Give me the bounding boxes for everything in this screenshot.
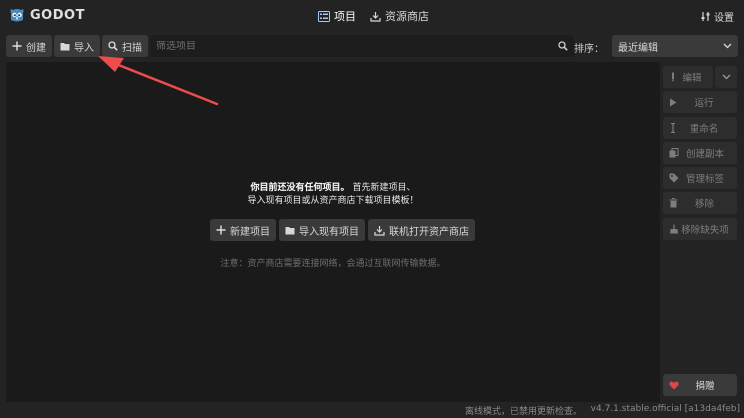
tab-projects-label: 项目: [334, 10, 356, 23]
edit-label: 编辑: [682, 73, 702, 84]
search-icon: [558, 41, 568, 51]
remove-missing-label: 移除缺失项: [681, 225, 729, 236]
project-list-panel: 你目前还没有任何项目。 首先新建项目、 导入现有项目或从资产商店下载项目模板！ …: [6, 62, 660, 402]
download-icon: [370, 11, 381, 22]
main-nav: 项目 资源商店: [318, 8, 429, 24]
godot-logo: GODOT: [8, 6, 85, 24]
chevron-down-icon: [723, 43, 732, 49]
import-label: 导入: [74, 42, 94, 54]
empty-line2: 导入现有项目或从资产商店下载项目模板！: [247, 196, 419, 206]
heart-icon: [669, 381, 679, 389]
create-button[interactable]: 创建: [6, 35, 52, 57]
list-icon: [318, 10, 330, 22]
open-asset-library-label: 联机打开资产商店: [389, 226, 469, 238]
new-project-button[interactable]: 新建项目: [210, 219, 276, 241]
search-icon: [108, 41, 118, 51]
import-button[interactable]: 导入: [54, 35, 100, 57]
version-label[interactable]: v4.7.1.stable.official [a13da4feb]: [591, 404, 740, 414]
manage-tags-button[interactable]: 管理标签: [663, 167, 737, 189]
tab-asset-library[interactable]: 资源商店: [370, 8, 429, 24]
duplicate-icon: [669, 148, 679, 158]
project-toolbar: 创建 导入 扫描 排序： 最近编辑: [6, 34, 738, 58]
donate-label: 捐赠: [695, 381, 715, 392]
import-existing-project-button[interactable]: 导入现有项目: [279, 219, 365, 241]
filter-projects-field[interactable]: [150, 35, 574, 57]
empty-line1-bold: 你目前还没有任何项目。: [250, 183, 350, 193]
tab-asset-library-label: 资源商店: [385, 10, 429, 23]
sort-label: 排序：: [574, 44, 604, 55]
folder-icon: [285, 226, 295, 234]
text-cursor-icon: [671, 123, 675, 133]
trash-icon: [669, 198, 678, 208]
edit-pencil-icon: [672, 72, 674, 82]
rename-label: 重命名: [689, 124, 719, 135]
new-project-label: 新建项目: [230, 226, 270, 238]
scan-label: 扫描: [122, 42, 142, 54]
plus-icon: [216, 225, 226, 235]
open-asset-library-button[interactable]: 联机打开资产商店: [368, 219, 475, 241]
tag-icon: [669, 173, 679, 183]
broom-icon: [670, 224, 678, 234]
title-bar: GODOT 项目 资源商店 设置: [0, 0, 744, 32]
play-icon: [670, 98, 677, 106]
edit-options-button[interactable]: [715, 66, 737, 88]
sort-selected-value: 最近编辑: [618, 42, 658, 54]
rename-button[interactable]: 重命名: [663, 117, 737, 139]
settings-sliders-icon: [701, 12, 710, 21]
run-label: 运行: [694, 98, 714, 109]
settings-button[interactable]: 设置: [700, 9, 734, 24]
download-icon: [374, 225, 385, 236]
duplicate-label: 创建副本: [685, 149, 724, 160]
create-label: 创建: [26, 42, 46, 54]
chevron-down-icon: [722, 74, 730, 80]
manage-tags-label: 管理标签: [685, 174, 724, 185]
tab-projects[interactable]: 项目: [318, 8, 356, 24]
empty-state-actions: 新建项目 导入现有项目 联机打开资产商店: [210, 219, 475, 241]
empty-line1-rest: 首先新建项目、: [352, 183, 416, 193]
remove-missing-button[interactable]: 移除缺失项: [663, 218, 737, 240]
sort-order-select[interactable]: 最近编辑: [612, 35, 738, 57]
status-bar: 离线模式，已禁用更新检查。 v4.7.1.stable.official [a1…: [0, 402, 744, 418]
logo-text: GODOT: [30, 7, 85, 23]
remove-button[interactable]: 移除: [663, 192, 737, 214]
import-existing-label: 导入现有项目: [299, 226, 359, 238]
asset-library-note: 注意：资产商店需要连接网络，会通过互联网传输数据。: [220, 259, 446, 269]
remove-label: 移除: [694, 199, 714, 210]
scan-button[interactable]: 扫描: [102, 35, 148, 57]
duplicate-button[interactable]: 创建副本: [663, 142, 737, 164]
godot-logo-icon: [10, 9, 24, 22]
filter-projects-input[interactable]: [156, 40, 558, 52]
donate-button[interactable]: 捐赠: [663, 374, 737, 396]
run-button[interactable]: 运行: [663, 91, 737, 113]
plus-icon: [12, 41, 22, 51]
edit-button[interactable]: 编辑: [663, 66, 713, 88]
settings-label: 设置: [714, 13, 734, 24]
folder-icon: [60, 42, 70, 50]
offline-status: 离线模式，已禁用更新检查。: [464, 407, 582, 417]
empty-state-message: 你目前还没有任何项目。 首先新建项目、 导入现有项目或从资产商店下载项目模板！: [6, 182, 660, 208]
